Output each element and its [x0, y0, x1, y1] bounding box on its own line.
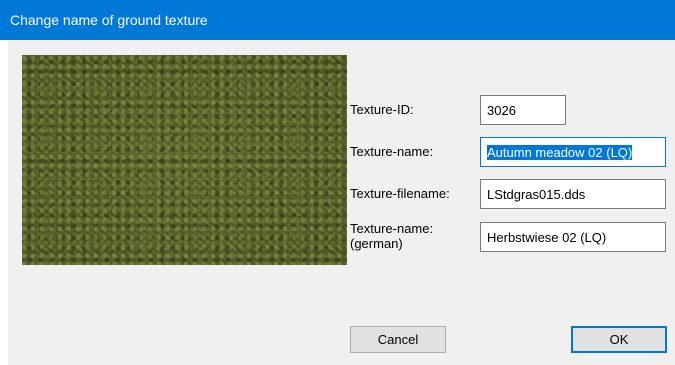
texture-name-german-field[interactable]: Herbstwiese 02 (LQ) [480, 222, 666, 252]
texture-filename-field[interactable]: LStdgras015.dds [480, 179, 666, 209]
texture-name-german-label-line2: (german) [350, 236, 403, 251]
texture-filename-value: LStdgras015.dds [487, 187, 586, 202]
window-title: Change name of ground texture [10, 12, 208, 28]
texture-name-value: Autumn meadow 02 (LQ) [487, 145, 633, 160]
ok-button[interactable]: OK [571, 326, 667, 353]
texture-preview-image [22, 55, 347, 265]
cancel-button[interactable]: Cancel [350, 326, 446, 353]
texture-name-german-value: Herbstwiese 02 (LQ) [487, 230, 607, 245]
texture-id-field[interactable]: 3026 [480, 95, 566, 125]
texture-name-german-label-line1: Texture-name: [350, 221, 434, 236]
dialog-window: Change name of ground texture Texture-ID… [0, 0, 675, 365]
texture-filename-label: Texture-filename: [350, 186, 450, 201]
texture-name-label: Texture-name: [350, 144, 434, 159]
texture-id-value: 3026 [487, 103, 516, 118]
title-bar[interactable]: Change name of ground texture [0, 0, 675, 40]
texture-id-label: Texture-ID: [350, 102, 414, 117]
texture-name-field[interactable]: Autumn meadow 02 (LQ) [480, 137, 666, 167]
dialog-body: Texture-ID: 3026 Texture-name: Autumn me… [8, 40, 675, 365]
